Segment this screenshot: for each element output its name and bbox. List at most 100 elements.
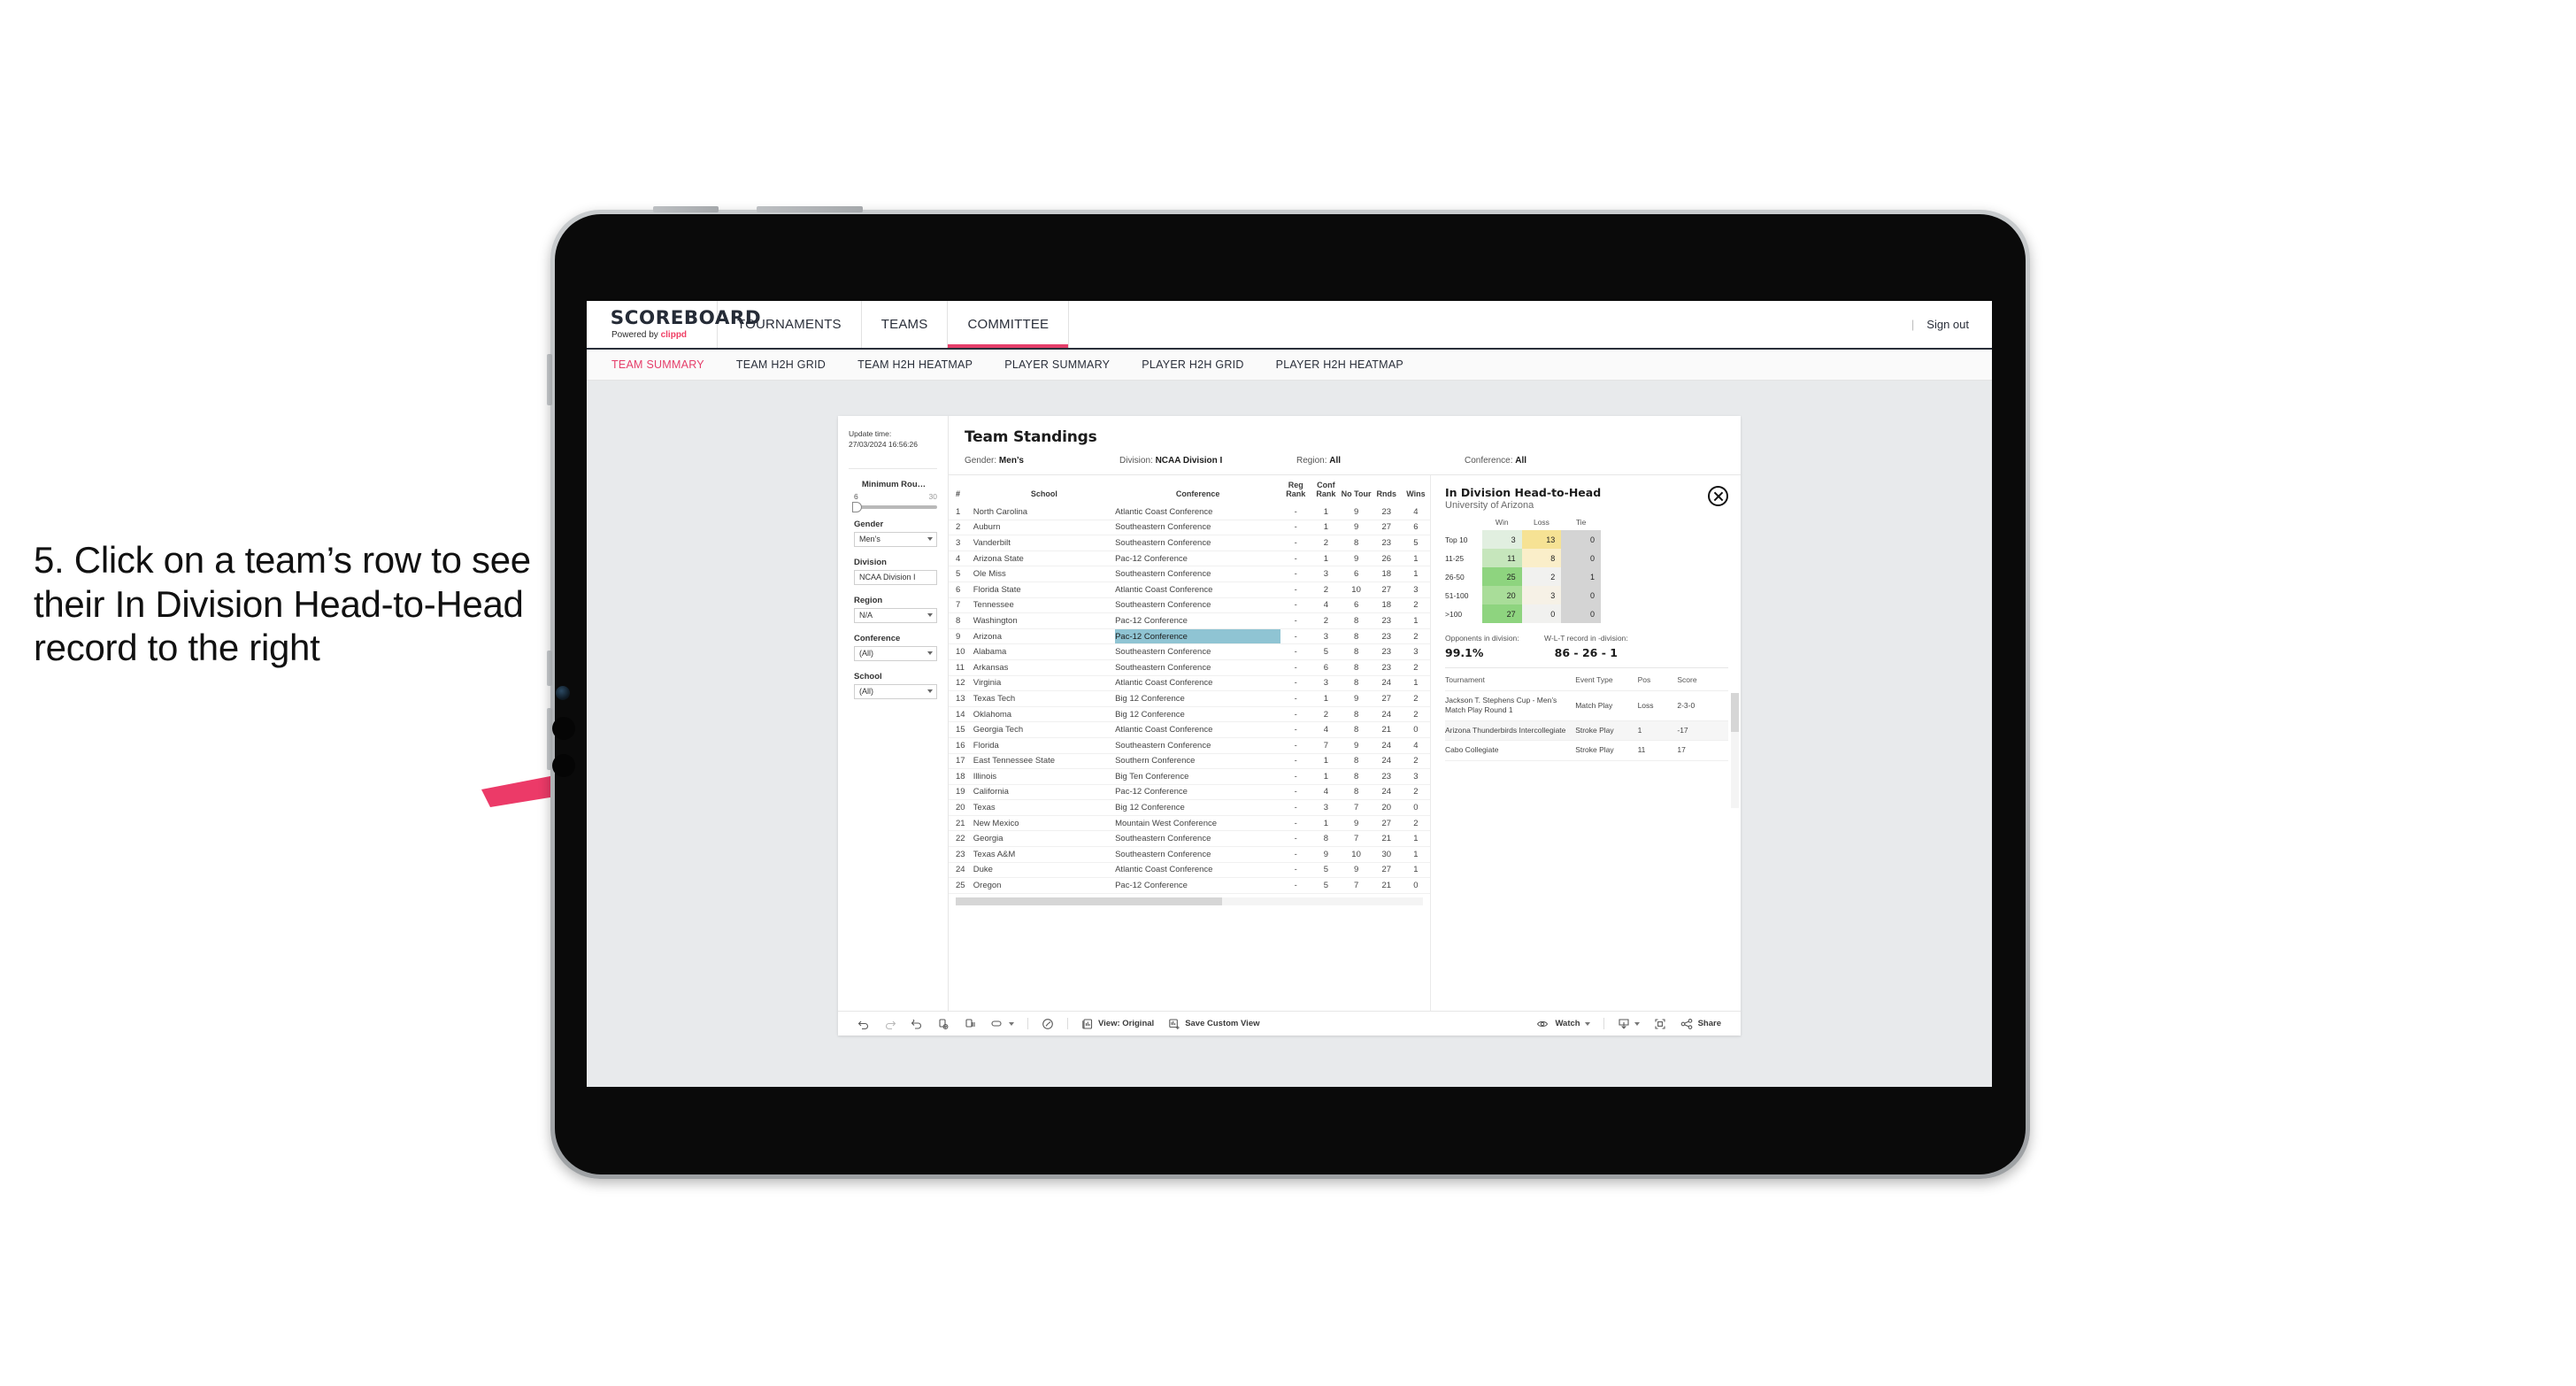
h2h-band-label: 26-50 [1445, 572, 1465, 581]
table-row[interactable]: 10 Alabama Southeastern Conference -5 8 23 3 [949, 643, 1430, 660]
watch-button[interactable]: Watch [1529, 1018, 1596, 1030]
table-row[interactable]: 20 Texas Big 12 Conference -3 7 20 0 [949, 799, 1430, 816]
filter-region-select[interactable]: N/A [854, 607, 937, 623]
h2h-win-cell[interactable]: 11 [1481, 549, 1522, 567]
close-icon[interactable] [1708, 486, 1728, 506]
table-row[interactable]: 3 Vanderbilt Southeastern Conference -2 8 23 5 [949, 535, 1430, 551]
table-row[interactable]: 9 Arizona Pac-12 Conference -3 8 23 2 [949, 628, 1430, 645]
h2h-loss-cell[interactable]: 8 [1521, 549, 1562, 567]
table-row[interactable]: 23 Texas A&M Southeastern Conference -9 10 30… [949, 846, 1430, 863]
scrollbar-thumb[interactable] [956, 897, 1222, 905]
pause-auto-updates-button[interactable] [957, 1018, 983, 1030]
download-button[interactable] [1611, 1018, 1647, 1030]
revert-button[interactable] [904, 1018, 930, 1030]
tour-col-tournament[interactable]: Tournament [1445, 670, 1576, 691]
table-row[interactable]: 19 California Pac-12 Conference -4 8 24 2 [949, 784, 1430, 801]
topnav-item-tournaments[interactable]: TOURNAMENTS [718, 301, 862, 348]
school-cell: California [973, 784, 1116, 801]
h2h-win-cell[interactable]: 27 [1481, 604, 1522, 623]
tournament-row[interactable]: Arizona Thunderbirds Intercollegiate Stro… [1445, 720, 1728, 742]
h2h-loss-cell[interactable]: 2 [1521, 567, 1562, 586]
refresh-data-source-button[interactable] [930, 1018, 957, 1030]
app-logo[interactable]: SCOREBOARD Powered by clippd [587, 301, 761, 348]
subnav-item-team-h2h-heatmap[interactable]: TEAM H2H HEATMAP [857, 358, 990, 371]
table-row[interactable]: 12 Virginia Atlantic Coast Conference -3 8 24… [949, 675, 1430, 692]
subnav-item-player-summary[interactable]: PLAYER SUMMARY [1004, 358, 1127, 371]
h2h-loss-cell[interactable]: 0 [1521, 604, 1562, 623]
topnav-item-teams[interactable]: TEAMS [862, 301, 949, 348]
tour-col-score[interactable]: Score [1677, 670, 1728, 691]
filter-school-select[interactable]: (All) [854, 683, 937, 699]
highlight-button[interactable] [983, 1018, 1021, 1030]
table-row[interactable]: 15 Georgia Tech Atlantic Coast Conference -… [949, 721, 1430, 738]
redo-button[interactable] [877, 1018, 904, 1030]
table-row[interactable]: 8 Washington Pac-12 Conference -2 8 23 1 [949, 612, 1430, 629]
table-row[interactable]: 13 Texas Tech Big 12 Conference -1 9 27 2 [949, 690, 1430, 707]
scrollbar-thumb[interactable] [1731, 693, 1739, 732]
topnav-item-committee[interactable]: COMMITTEE [948, 301, 1070, 348]
fullscreen-button[interactable] [1647, 1018, 1673, 1030]
table-row[interactable]: 6 Florida State Atlantic Coast Conference -… [949, 581, 1430, 598]
subnav-item-player-h2h-grid[interactable]: PLAYER H2H GRID [1142, 358, 1261, 371]
subnav-item-player-h2h-heatmap[interactable]: PLAYER H2H HEATMAP [1276, 358, 1421, 371]
no-tour-cell: 7 [1341, 799, 1372, 816]
table-row[interactable]: 5 Ole Miss Southeastern Conference -3 6 18 1 [949, 566, 1430, 582]
data-details-button[interactable] [1034, 1018, 1061, 1030]
h2h-tie-cell[interactable]: 0 [1561, 586, 1601, 604]
table-row[interactable]: 21 New Mexico Mountain West Conference -1 9 2… [949, 815, 1430, 832]
table-row[interactable]: 25 Oregon Pac-12 Conference -5 7 21 0 [949, 877, 1430, 894]
h2h-loss-cell[interactable]: 13 [1521, 530, 1562, 549]
conference-cell: Big Ten Conference [1115, 768, 1281, 785]
signout-button[interactable]: Sign out [1926, 318, 1969, 331]
col-no-tour[interactable]: No Tour [1342, 475, 1372, 504]
tour-col-event-type[interactable]: Event Type [1575, 670, 1638, 691]
h2h-loss-cell[interactable]: 3 [1521, 586, 1562, 604]
table-row[interactable]: 18 Illinois Big Ten Conference -1 8 23 3 [949, 768, 1430, 785]
tournament-vertical-scrollbar[interactable] [1731, 693, 1739, 808]
col-rnds[interactable]: Rnds [1372, 475, 1402, 504]
view-original-button[interactable]: View: Original [1074, 1018, 1161, 1030]
table-row[interactable]: 1 North Carolina Atlantic Coast Conference… [949, 504, 1430, 520]
h2h-tie-cell[interactable]: 1 [1561, 567, 1601, 586]
conference-cell: Mountain West Conference [1115, 815, 1281, 832]
tour-col-pos[interactable]: Pos [1637, 670, 1678, 691]
h2h-tie-cell[interactable]: 0 [1561, 530, 1601, 549]
filter-conference-select[interactable]: (All) [854, 645, 937, 661]
h2h-tie-cell[interactable]: 0 [1561, 549, 1601, 567]
table-row[interactable]: 4 Arizona State Pac-12 Conference -1 9 26 1 [949, 551, 1430, 567]
h2h-win-cell[interactable]: 3 [1481, 530, 1522, 549]
table-row[interactable]: 24 Duke Atlantic Coast Conference -5 9 27 1 [949, 862, 1430, 879]
col-rank[interactable]: # [949, 475, 973, 504]
save-custom-view-button[interactable]: Save Custom View [1161, 1018, 1266, 1030]
conf-rank-cell: 5 [1311, 877, 1342, 894]
slider-thumb[interactable] [852, 501, 862, 512]
h2h-win-cell[interactable]: 25 [1481, 567, 1522, 586]
table-horizontal-scrollbar[interactable] [956, 897, 1423, 905]
share-button[interactable]: Share [1673, 1018, 1728, 1030]
table-row[interactable]: 16 Florida Southeastern Conference -7 9 24 4 [949, 737, 1430, 754]
table-row[interactable]: 11 Arkansas Southeastern Conference -6 8 23 2 [949, 659, 1430, 676]
table-row[interactable]: 14 Oklahoma Big 12 Conference -2 8 24 2 [949, 706, 1430, 723]
subnav-item-team-summary[interactable]: TEAM SUMMARY [611, 358, 722, 371]
filter-division-value: NCAA Division I [859, 573, 916, 582]
toolbar-divider-3 [1603, 1018, 1604, 1029]
slider-track[interactable] [852, 501, 937, 512]
wins-cell: 4 [1401, 737, 1430, 754]
col-wins[interactable]: Wins [1402, 475, 1430, 504]
tournament-row[interactable]: Cabo Collegiate Stroke Play 11 17 [1445, 740, 1728, 761]
table-row[interactable]: 7 Tennessee Southeastern Conference -4 6 18 2 [949, 597, 1430, 614]
col-reg-rank[interactable]: Reg Rank [1280, 475, 1311, 504]
col-conf-rank[interactable]: Conf Rank [1311, 475, 1341, 504]
col-conference[interactable]: Conference [1115, 475, 1280, 504]
filter-gender-select[interactable]: Men’s [854, 531, 937, 547]
table-row[interactable]: 17 East Tennessee State Southern Conferenc… [949, 753, 1430, 770]
filter-division-select[interactable]: NCAA Division I [854, 569, 937, 585]
subnav-item-team-h2h-grid[interactable]: TEAM H2H GRID [736, 358, 843, 371]
col-school[interactable]: School [973, 475, 1115, 504]
h2h-win-cell[interactable]: 20 [1481, 586, 1522, 604]
table-row[interactable]: 22 Georgia Southeastern Conference -8 7 21 1 [949, 830, 1430, 848]
undo-button[interactable] [850, 1018, 877, 1030]
table-row[interactable]: 2 Auburn Southeastern Conference -1 9 27 6 [949, 520, 1430, 536]
tournament-row[interactable]: Jackson T. Stephens Cup - Men’s Match Pl… [1445, 690, 1728, 721]
h2h-tie-cell[interactable]: 0 [1561, 604, 1601, 623]
